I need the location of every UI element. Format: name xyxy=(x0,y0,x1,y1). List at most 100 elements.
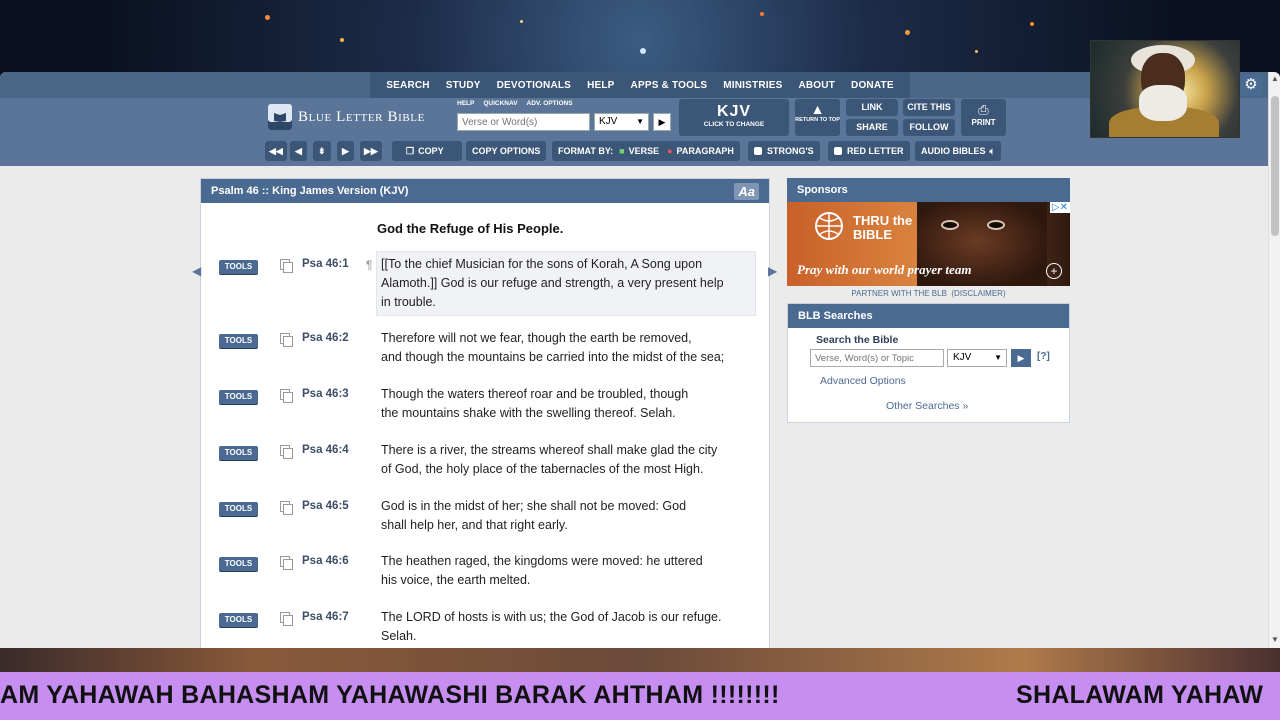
cite-button[interactable]: CITE THIS xyxy=(903,99,955,116)
strongs-toggle[interactable]: STRONG'S xyxy=(748,141,820,161)
search-bible-input[interactable] xyxy=(810,349,944,367)
search-go-button[interactable]: ▶ xyxy=(653,113,671,131)
nav-donate[interactable]: DONATE xyxy=(843,72,902,98)
blb-searches-panel: BLB Searches Search the Bible KJV ▼ ▶ [?… xyxy=(787,303,1070,423)
red-letter-toggle[interactable]: RED LETTER xyxy=(828,141,910,161)
return-to-top-button[interactable]: ▲ RETURN TO TOP xyxy=(795,99,840,136)
verse-line: the mountains shake with the swelling th… xyxy=(381,406,676,420)
search-help-link[interactable]: [?] xyxy=(1037,351,1050,362)
audio-bibles-button[interactable]: AUDIO BIBLES 🔈︎ xyxy=(915,141,1001,161)
adv-options-link[interactable]: ADV. OPTIONS xyxy=(527,100,573,107)
verse-line: in trouble. xyxy=(381,295,436,309)
copy-verse-icon[interactable] xyxy=(280,333,293,347)
verse-line: [[To the chief Musician for the sons of … xyxy=(381,257,703,271)
tools-button[interactable]: TOOLS xyxy=(219,557,258,571)
copy-verse-icon[interactable] xyxy=(280,445,293,459)
verse-reference[interactable]: Psa 46:5 xyxy=(302,500,349,512)
verse-search-input[interactable] xyxy=(457,113,590,131)
tools-button[interactable]: TOOLS xyxy=(219,260,258,274)
ad-choices-icon[interactable]: ▷✕ xyxy=(1049,202,1070,213)
copy-verse-icon[interactable] xyxy=(280,259,293,273)
prev-verse-arrow-icon[interactable]: ◀ xyxy=(192,264,201,278)
version-change-button[interactable]: KJV CLICK TO CHANGE xyxy=(679,99,789,136)
verse-line: There is a river, the streams whereof sh… xyxy=(381,443,718,457)
verse-reference[interactable]: Psa 46:1 xyxy=(302,258,349,270)
red-letter-label: RED LETTER xyxy=(847,146,904,156)
quicknav-link[interactable]: QUICKNAV xyxy=(483,100,517,107)
tools-button[interactable]: TOOLS xyxy=(219,613,258,627)
chapter-menu-button[interactable]: ⇟ xyxy=(313,141,331,161)
verse-text: [[To the chief Musician for the sons of … xyxy=(381,255,753,312)
verse-line: of God, the holy place of the tabernacle… xyxy=(381,462,704,476)
tools-button[interactable]: TOOLS xyxy=(219,334,258,348)
nav-search[interactable]: SEARCH xyxy=(378,72,437,98)
nav-help[interactable]: HELP xyxy=(579,72,622,98)
help-link[interactable]: HELP xyxy=(457,100,474,107)
chevron-down-icon: ▼ xyxy=(636,117,644,126)
copy-verse-icon[interactable] xyxy=(280,556,293,570)
copy-verse-icon[interactable] xyxy=(280,612,293,626)
last-chapter-button[interactable]: ▶▶ xyxy=(360,141,382,161)
verse-reference[interactable]: Psa 46:6 xyxy=(302,555,349,567)
tools-button[interactable]: TOOLS xyxy=(219,446,258,460)
page-scrollbar[interactable]: ▲ ▼ xyxy=(1268,72,1280,648)
link-button[interactable]: LINK xyxy=(846,99,898,116)
font-size-button[interactable]: Aa xyxy=(734,182,759,200)
copy-verse-icon[interactable] xyxy=(280,501,293,515)
spark xyxy=(340,38,344,42)
spark xyxy=(640,48,646,54)
sponsors-panel: Sponsors THRU the BIBLE ▷✕ Pray with our… xyxy=(787,178,1070,298)
ticker-text: AM YAHAWAH BAHASHAM YAHAWASHI BARAK AHTH… xyxy=(0,681,780,709)
version-select[interactable]: KJV ▼ xyxy=(594,113,649,131)
plus-icon[interactable]: + xyxy=(1046,263,1062,279)
verse-radio-icon[interactable]: ■ xyxy=(619,146,624,156)
copy-button[interactable]: ❐ COPY xyxy=(392,141,462,161)
nav-devotionals[interactable]: DEVOTIONALS xyxy=(489,72,579,98)
red-letter-checkbox[interactable] xyxy=(834,147,842,155)
paragraph-radio-icon[interactable]: ● xyxy=(667,146,672,156)
prev-chapter-button[interactable]: ◀ xyxy=(290,141,307,161)
nav-ministries[interactable]: MINISTRIES xyxy=(715,72,790,98)
partner-link[interactable]: PARTNER WITH THE BLB xyxy=(851,289,947,298)
spark xyxy=(265,15,270,20)
other-searches-link[interactable]: Other Searches » xyxy=(886,400,968,412)
copy-options-button[interactable]: COPY OPTIONS xyxy=(466,141,547,161)
verse-line: God is in the midst of her; she shall no… xyxy=(381,499,687,513)
tools-button[interactable]: TOOLS xyxy=(219,390,258,404)
share-button[interactable]: SHARE xyxy=(846,119,898,136)
verse-reference[interactable]: Psa 46:4 xyxy=(302,444,349,456)
verse-reference[interactable]: Psa 46:7 xyxy=(302,611,349,623)
nav-apps-tools[interactable]: APPS & TOOLS xyxy=(623,72,716,98)
tools-button[interactable]: TOOLS xyxy=(219,502,258,516)
first-chapter-button[interactable]: ◀◀ xyxy=(265,141,287,161)
verse-format-label[interactable]: VERSE xyxy=(629,146,660,156)
search-version-select[interactable]: KJV ▼ xyxy=(947,349,1007,367)
advanced-options-link[interactable]: Advanced Options xyxy=(820,375,906,387)
spark xyxy=(975,50,978,53)
panel-header: Psalm 46 :: King James Version (KJV) Aa xyxy=(201,179,769,203)
scroll-thumb[interactable] xyxy=(1271,96,1279,236)
print-button[interactable]: ⎙ PRINT xyxy=(961,99,1006,136)
search-bible-go-button[interactable]: ▶ xyxy=(1011,349,1031,367)
paragraph-format-label[interactable]: PARAGRAPH xyxy=(677,146,734,156)
scroll-down-icon[interactable]: ▼ xyxy=(1271,635,1279,644)
nav-about[interactable]: ABOUT xyxy=(790,72,843,98)
verse-reference[interactable]: Psa 46:2 xyxy=(302,332,349,344)
site-logo[interactable]: Blue Letter Bible xyxy=(268,104,425,130)
globe-icon xyxy=(815,212,843,240)
next-verse-arrow-icon[interactable]: ▶ xyxy=(768,264,777,278)
nav-study[interactable]: STUDY xyxy=(438,72,489,98)
format-by-group: FORMAT BY: ■ VERSE ● PARAGRAPH xyxy=(552,141,740,161)
sponsor-ad[interactable]: THRU the BIBLE ▷✕ Pray with our world pr… xyxy=(787,202,1070,286)
verse-line: Therefore will not we fear, though the e… xyxy=(381,331,692,345)
disclaimer-link[interactable]: (DISCLAIMER) xyxy=(951,289,1005,298)
scroll-up-icon[interactable]: ▲ xyxy=(1271,74,1279,83)
verse-text: There is a river, the streams whereof sh… xyxy=(381,441,753,479)
gear-icon[interactable]: ⚙ xyxy=(1240,74,1262,96)
follow-button[interactable]: FOLLOW xyxy=(903,119,955,136)
copy-verse-icon[interactable] xyxy=(280,389,293,403)
version-select-value: KJV xyxy=(599,116,618,127)
strongs-checkbox[interactable] xyxy=(754,147,762,155)
next-chapter-button[interactable]: ▶ xyxy=(337,141,354,161)
verse-reference[interactable]: Psa 46:3 xyxy=(302,388,349,400)
